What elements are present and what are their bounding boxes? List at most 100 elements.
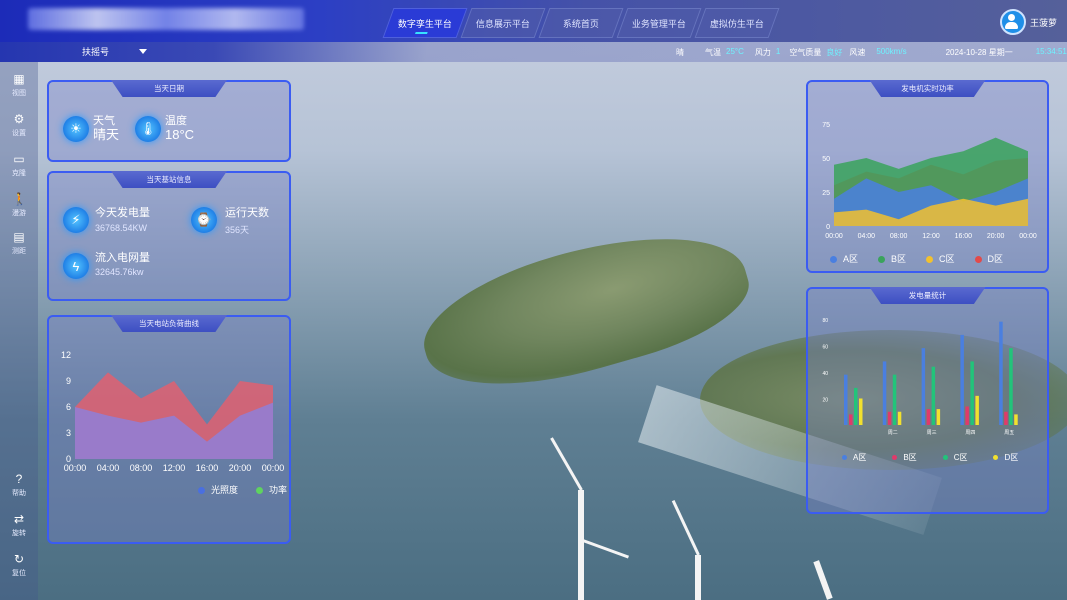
wind-value: 1 (775, 47, 781, 56)
y-tick-label: 0 (826, 224, 830, 231)
x-tick-label: 00:00 (825, 233, 843, 240)
generation-bar-chart: 20 40 60 80 周二 周三 周四 周五 (822, 318, 1018, 436)
temp-label: 气温 (705, 48, 721, 57)
bar-B区 (849, 414, 853, 425)
rail-reset[interactable]: ↻ 复位 (0, 552, 38, 578)
bar-C区 (854, 387, 858, 425)
speed-value: 500km/s (876, 47, 907, 56)
thermometer-icon: 🌡 (135, 116, 161, 142)
x-tick-label: 12:00 (163, 463, 186, 473)
x-tick-label: 04:00 (858, 233, 876, 240)
legend-item: 光照度 (197, 483, 238, 496)
y-tick-label: 50 (822, 156, 830, 163)
legend-item: D区 (974, 252, 1003, 265)
x-tick-label: 00:00 (1019, 233, 1037, 240)
ship-selector[interactable]: 扶摇号 (82, 45, 148, 58)
y-tick-label: 20 (822, 398, 828, 404)
panel-realtime-power: 发电机实时功率 0 25 50 75 00:00 04:00 08:00 12:00 16:00… (806, 80, 1049, 273)
load-curve-chart: 03691200:00 04:00 08:00 12:00 16:00 20:00 00:0… (61, 350, 284, 473)
rail-help[interactable]: ? 帮助 (0, 472, 38, 498)
legend-item: D区 (993, 452, 1018, 463)
walk-icon: 🚶 (12, 192, 27, 206)
rotate-icon: ⇄ (13, 512, 25, 526)
rail-rotate[interactable]: ⇄ 旋转 (0, 512, 38, 538)
turbine-blade (671, 499, 700, 556)
panel-generation-stats: 发电量统计 20 40 60 80 周二 周三 周四 周五 A区 B区 C区 D区 (806, 287, 1049, 514)
monitor-icon: ▭ (13, 152, 25, 166)
legend-dot (197, 487, 205, 495)
panel-load-curve: 当天电站负荷曲线 0 3 6 9 12 00:00 04:00 08:00 12:00 16:00… (47, 315, 291, 544)
bar-D区 (897, 411, 902, 425)
panel-title: 当天日期 (111, 80, 227, 97)
sky-label: 晴 (676, 48, 684, 57)
grid-inflow-value: 32645.76kw (95, 267, 144, 277)
temperature-value: 18°C (165, 127, 195, 142)
wind-label: 风力 (754, 48, 771, 57)
bar-A区 (921, 348, 926, 425)
chart-legend: 光照度 功率 (197, 483, 287, 496)
x-tick-label: 08:00 (130, 463, 153, 473)
bar-C区 (931, 366, 936, 425)
legend-item: B区 (892, 452, 917, 463)
avatar (999, 9, 1026, 35)
wind-turbine (695, 555, 701, 600)
lightning-icon: ϟ (63, 253, 89, 279)
air-value: 良好 (826, 48, 843, 57)
ship-selector-label: 扶摇号 (82, 47, 110, 57)
panel-title: 当天基站信息 (111, 171, 227, 188)
panel-station-info: 当天基站信息 ⚡ 今天发电量 36768.54KW ⌚ 运行天数 356天 ϟ … (47, 171, 291, 301)
tab-virtual-sim[interactable]: 虚拟仿生平台 (694, 8, 780, 38)
y-tick-label: 9 (66, 376, 71, 386)
rail-view[interactable]: ▦ 视图 (0, 72, 38, 98)
air-label: 空气质量 (789, 48, 822, 57)
left-toolbar: ▦ 视图 ⚙ 设置 ▭ 克隆 🚶 漫游 ▤ 测距 ? 帮助 ⇄ 旋转 ↻ 复位 (0, 62, 38, 600)
y-tick-label: 25 (822, 190, 830, 197)
panel-title: 当天电站负荷曲线 (111, 315, 227, 332)
x-tick-label: 20:00 (229, 463, 252, 473)
tab-digital-twin[interactable]: 数字孪生平台 (382, 8, 468, 38)
bar-C区 (892, 374, 897, 425)
legend-item: 功率 (255, 483, 287, 496)
x-tick-label: 00:00 (64, 463, 87, 473)
legend-item: C区 (926, 252, 955, 265)
rail-settings[interactable]: ⚙ 设置 (0, 112, 38, 138)
rail-roam[interactable]: 🚶 漫游 (0, 192, 38, 218)
legend-item: A区 (830, 252, 858, 265)
grid-icon: ▦ (13, 72, 25, 86)
bar-D区 (859, 398, 863, 425)
bar-C区 (970, 361, 974, 425)
chart-legend: A区 B区 C区 D区 (830, 252, 1003, 265)
legend-item: C区 (942, 452, 967, 463)
y-tick-label: 80 (822, 318, 828, 324)
weather-value: 晴天 (93, 127, 120, 142)
bar-B区 (1004, 411, 1008, 425)
calendar-icon: ▤ (13, 230, 25, 244)
x-tick-label: 周五 (1004, 430, 1014, 436)
reset-icon: ↻ (13, 552, 25, 566)
tab-business-mgmt[interactable]: 业务管理平台 (616, 8, 702, 38)
chart-legend: A区 B区 C区 D区 (842, 452, 1018, 463)
y-tick-label: 12 (61, 350, 71, 360)
legend-dot (255, 487, 263, 495)
bar-A区 (960, 334, 964, 425)
y-tick-label: 60 (822, 345, 828, 351)
user-menu[interactable]: 王菠萝 (999, 9, 1057, 35)
bar-B区 (926, 409, 931, 425)
y-tick-label: 6 (66, 402, 71, 412)
help-icon: ? (15, 472, 23, 486)
weather-strip: 晴 气温 25°C 风力 1 空气质量 良好 风速 500km/s 2024-1… (676, 47, 1067, 58)
y-tick-label: 40 (822, 371, 828, 377)
app-logo (28, 8, 304, 30)
tab-system-home[interactable]: 系统首页 (538, 8, 624, 38)
date-display: 2024-10-28 星期一 (945, 48, 1013, 57)
speed-label: 风速 (849, 48, 866, 57)
x-tick-label: 08:00 (890, 233, 908, 240)
rail-measure[interactable]: ▤ 测距 (0, 230, 38, 256)
x-tick-label: 16:00 (196, 463, 219, 473)
rail-clone[interactable]: ▭ 克隆 (0, 152, 38, 178)
tab-info-display[interactable]: 信息展示平台 (460, 8, 546, 38)
x-tick-label: 周四 (965, 430, 975, 436)
bar-A区 (844, 374, 848, 425)
generation-label: 今天发电量 (95, 207, 150, 219)
generation-value: 36768.54KW (95, 223, 148, 233)
